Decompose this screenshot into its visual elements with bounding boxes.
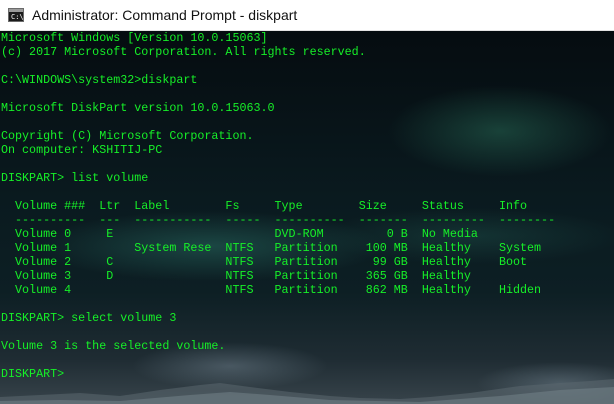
volume-row-3: Volume 3 D NTFS Partition 365 GB Healthy (1, 269, 471, 283)
volume-row-0: Volume 0 E DVD-ROM 0 B No Media (1, 227, 478, 241)
mountain-silhouette (0, 379, 614, 404)
window-title: Administrator: Command Prompt - diskpart (32, 7, 298, 23)
console-line-23: Volume 3 is the selected volume. (1, 339, 226, 353)
console-line-6: Microsoft DiskPart version 10.0.15063.0 (1, 101, 275, 115)
console-line-21: DISKPART> select volume 3 (1, 311, 177, 325)
command-prompt-window: C:\ Administrator: Command Prompt - disk… (0, 0, 614, 404)
command-prompt-icon: C:\ (8, 8, 24, 22)
title-bar[interactable]: C:\ Administrator: Command Prompt - disk… (0, 0, 614, 31)
console-line-11: DISKPART> list volume (1, 171, 149, 185)
console-line-9: On computer: KSHITIJ-PC (1, 143, 163, 157)
volume-table-separator: ---------- --- ----------- ----- -------… (1, 213, 556, 227)
volume-row-1: Volume 1 System Rese NTFS Partition 100 … (1, 241, 542, 255)
volume-row-2: Volume 2 C NTFS Partition 99 GB Healthy … (1, 255, 528, 269)
console-line-2: (c) 2017 Microsoft Corporation. All righ… (1, 45, 366, 59)
command-prompt-input-line[interactable]: DISKPART> (1, 367, 71, 381)
console-line-4: C:\WINDOWS\system32>diskpart (1, 73, 198, 87)
volume-row-4: Volume 4 NTFS Partition 862 MB Healthy H… (1, 283, 542, 297)
console-line-8: Copyright (C) Microsoft Corporation. (1, 129, 254, 143)
console-line-1: Microsoft Windows [Version 10.0.15063] (1, 31, 268, 45)
console-area[interactable]: Microsoft Windows [Version 10.0.15063] (… (0, 31, 614, 404)
volume-table-header: Volume ### Ltr Label Fs Type Size Status… (1, 199, 528, 213)
command-prompt-icon-glyph: C:\ (11, 13, 24, 21)
